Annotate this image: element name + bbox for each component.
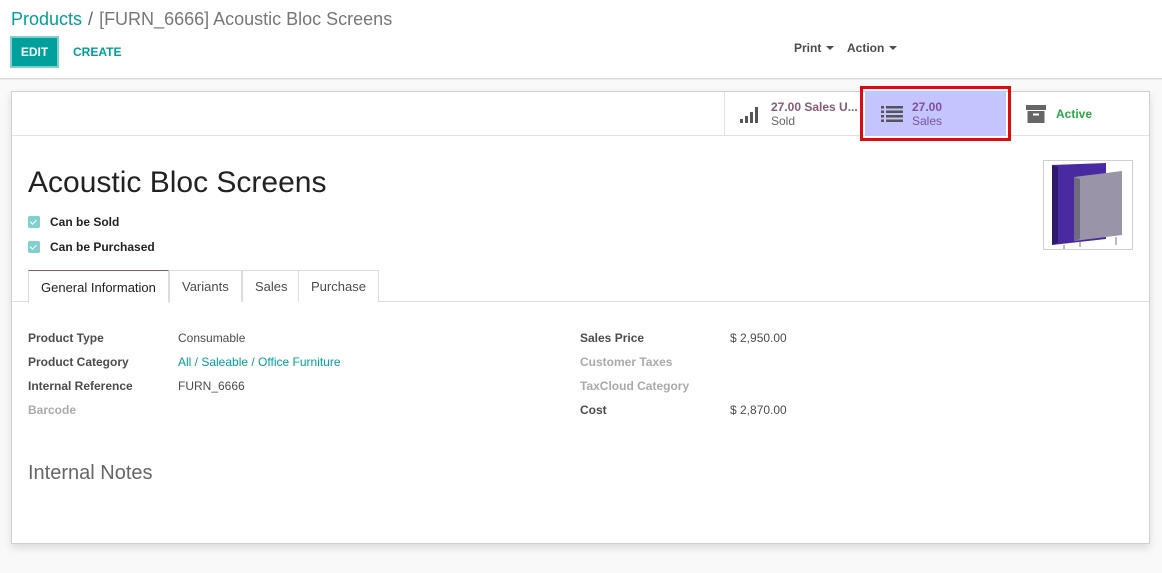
taxcloud-category-label: TaxCloud Category	[580, 379, 690, 393]
print-label: Print	[794, 41, 822, 55]
list-icon	[880, 102, 904, 126]
tab-purchase[interactable]: Purchase	[298, 270, 379, 302]
sales-smart-button[interactable]: 27.00 Sales	[861, 92, 1009, 135]
edit-button[interactable]: EDIT	[10, 36, 59, 68]
form-sheet: 27.00 Sales U... Sold 27.00 Sales Active…	[11, 86, 1150, 544]
sales-price-label: Sales Price	[580, 331, 645, 345]
internal-reference-label: Internal Reference	[28, 379, 133, 393]
product-name: Acoustic Bloc Screens	[28, 166, 327, 199]
sold-smart-button[interactable]: 27.00 Sales U... Sold	[724, 92, 861, 135]
breadcrumb-current: [FURN_6666] Acoustic Bloc Screens	[99, 9, 393, 29]
barcode-label: Barcode	[28, 403, 77, 417]
product-image[interactable]	[1043, 160, 1133, 250]
breadcrumb-separator: /	[88, 9, 94, 29]
can-be-sold-row: Can be Sold	[28, 215, 119, 229]
sold-value: 27.00 Sales U...	[771, 99, 858, 114]
active-toggle-button[interactable]: Active	[1009, 92, 1149, 135]
sold-label: Sold	[771, 113, 796, 128]
sales-value: 27.00	[912, 99, 943, 114]
signal-bars-icon	[739, 102, 763, 126]
can-be-purchased-checkbox[interactable]	[28, 241, 40, 253]
archive-box-icon	[1024, 102, 1048, 126]
cost-label: Cost	[580, 403, 607, 417]
sales-label: Sales	[912, 113, 943, 128]
tab-variants[interactable]: Variants	[169, 270, 242, 302]
breadcrumb-products-link[interactable]: Products	[11, 9, 82, 29]
product-category-link[interactable]: All / Saleable / Office Furniture	[178, 355, 341, 369]
action-dropdown[interactable]: Action	[847, 40, 898, 56]
create-button[interactable]: CREATE	[66, 36, 128, 68]
print-dropdown[interactable]: Print	[794, 40, 835, 56]
can-be-sold-label: Can be Sold	[50, 215, 120, 229]
form-tabs: General Information Variants Sales Purch…	[12, 270, 1149, 303]
tab-general-information[interactable]: General Information	[28, 270, 169, 303]
product-type-value: Consumable	[178, 331, 246, 345]
cost-value: $ 2,870.00	[730, 403, 787, 417]
sales-price-value: $ 2,950.00	[730, 331, 787, 345]
product-type-label: Product Type	[28, 331, 104, 345]
can-be-purchased-row: Can be Purchased	[28, 240, 155, 254]
can-be-sold-checkbox[interactable]	[28, 216, 40, 228]
product-category-label: Product Category	[28, 355, 129, 369]
breadcrumb: Products / [FURN_6666] Acoustic Bloc Scree…	[11, 8, 392, 30]
smart-button-box: 27.00 Sales U... Sold 27.00 Sales Active	[12, 86, 1149, 141]
action-label: Action	[847, 41, 885, 55]
tab-sales[interactable]: Sales	[242, 270, 301, 302]
active-label: Active	[1056, 106, 1093, 121]
control-panel: Products / [FURN_6666] Acoustic Bloc Scree…	[0, 0, 1162, 80]
customer-taxes-label: Customer Taxes	[580, 355, 673, 369]
internal-notes-title: Internal Notes	[28, 462, 153, 484]
caret-down-icon	[826, 46, 835, 50]
can-be-purchased-label: Can be Purchased	[50, 240, 155, 254]
internal-reference-value: FURN_6666	[178, 379, 245, 393]
caret-down-icon	[889, 46, 898, 50]
